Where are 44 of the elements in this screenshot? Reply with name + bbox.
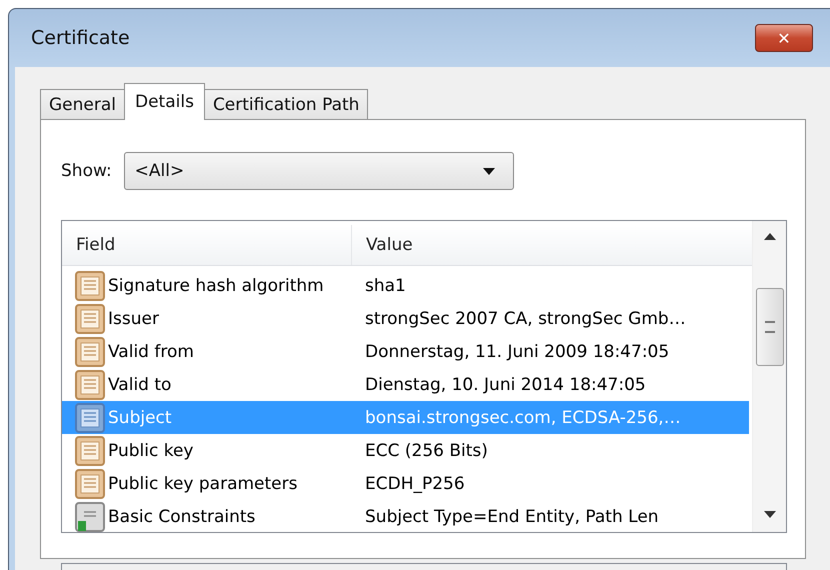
document-icon [74, 302, 106, 334]
field-value: bonsai.strongsec.com, ECDSA-256,… [364, 408, 682, 428]
document-icon [74, 434, 106, 466]
field-name: Issuer [108, 308, 159, 328]
tab[interactable]: General [40, 89, 125, 119]
tab[interactable]: Details [124, 83, 205, 120]
list-row[interactable]: Valid from Donnerstag, 11. Juni 2009 18:47:05 [62, 335, 752, 368]
field-value: ECC (256 Bits) [364, 440, 489, 460]
scroll-up-icon[interactable] [764, 233, 776, 240]
field-value: sha1 [364, 276, 407, 296]
field-name: Public key parameters [108, 474, 298, 494]
document-icon [74, 402, 106, 434]
field-value: ECDH_P256 [364, 474, 466, 494]
close-button[interactable]: ✕ [755, 24, 813, 52]
field-value: Donnerstag, 11. Juni 2009 18:47:05 [364, 342, 670, 362]
column-header[interactable]: Value [352, 225, 752, 265]
scrollbar[interactable] [752, 221, 786, 532]
document-icon [74, 270, 106, 302]
scroll-down-icon[interactable] [764, 511, 776, 518]
field-name: Signature hash algorithm [108, 276, 324, 296]
field-value: strongSec 2007 CA, strongSec Gmb… [364, 308, 687, 328]
show-dropdown[interactable]: <All> [124, 152, 514, 190]
tab[interactable]: Certification Path [204, 89, 368, 119]
list-row[interactable]: Signature hash algorithm sha1 [62, 269, 752, 302]
field-name: Basic Constraints [108, 506, 256, 526]
show-label: Show: [61, 161, 112, 181]
field-name: Valid to [108, 374, 172, 394]
window-title: Certificate [31, 27, 131, 49]
document-icon [74, 468, 106, 500]
list-row[interactable]: Valid to Dienstag, 10. Juni 2014 18:47:05 [62, 368, 752, 401]
field-name: Subject [108, 408, 172, 428]
list-row[interactable]: Public key ECC (256 Bits) [62, 434, 752, 467]
field-name: Public key [108, 440, 194, 460]
document-icon [74, 368, 106, 400]
list-row[interactable]: Public key parameters ECDH_P256 [62, 467, 752, 500]
field-name: Valid from [108, 342, 194, 362]
field-value: Dienstag, 10. Juni 2014 18:47:05 [364, 374, 647, 394]
list-row[interactable]: Basic Constraints Subject Type=End Entity, Path Len [62, 500, 752, 532]
scroll-thumb[interactable] [756, 288, 784, 366]
caret-icon [482, 168, 495, 174]
field-value: Subject Type=End Entity, Path Len [364, 506, 660, 526]
document-icon [74, 336, 106, 368]
column-header[interactable]: Field [62, 225, 352, 265]
list-row[interactable]: Issuer strongSec 2007 CA, strongSec Gmb… [62, 302, 752, 335]
